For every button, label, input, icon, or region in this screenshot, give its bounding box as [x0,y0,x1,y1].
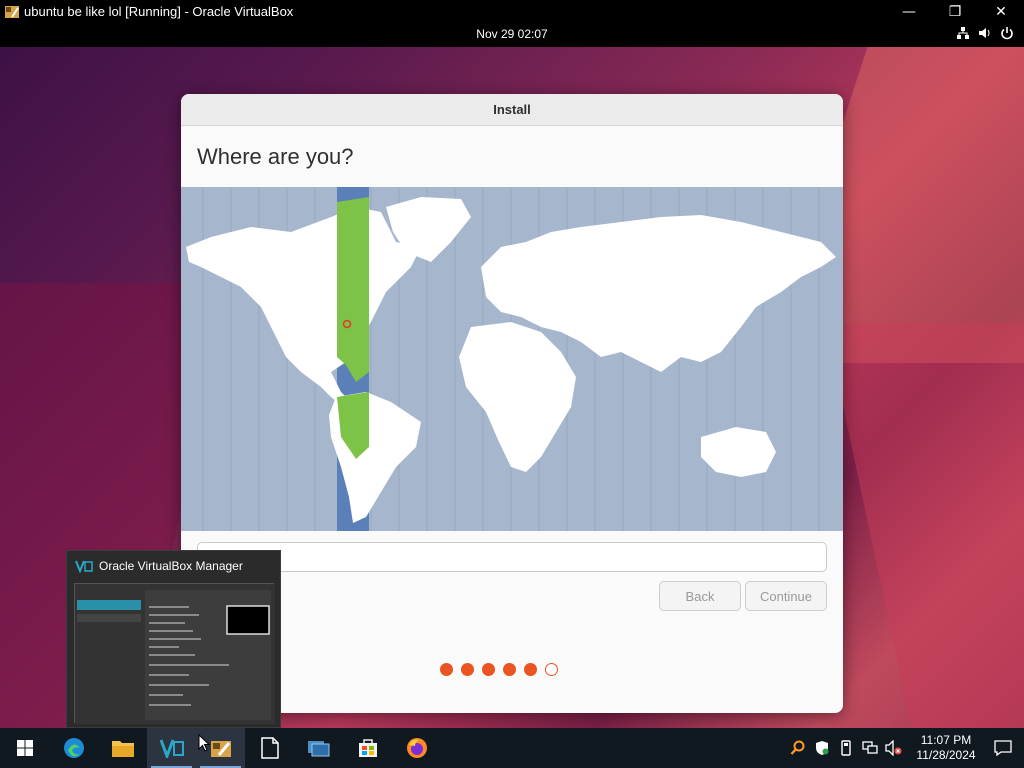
taskbar-firefox[interactable] [392,728,441,768]
system-menu[interactable] [956,26,1014,40]
tray-search[interactable] [786,728,810,768]
progress-dot-done [524,663,537,676]
location-input[interactable] [197,542,827,572]
mouse-cursor [198,734,210,752]
network-icon [862,741,878,754]
selected-timezone-land [337,197,369,459]
notification-icon [994,740,1012,756]
notepad-icon [260,737,279,759]
progress-dot-done [461,663,474,676]
installer-progress [440,663,558,676]
virtualbox-vm-icon [210,741,231,757]
search-icon [790,740,805,755]
tray-volume[interactable] [882,728,906,768]
wallpaper-shape [825,323,1024,728]
usb-icon [841,740,851,756]
edge-icon [63,738,84,758]
minimize-button[interactable]: — [886,0,932,23]
taskbar-task-view[interactable] [294,728,343,768]
file-explorer-icon [111,741,134,757]
action-center-button[interactable] [982,728,1024,768]
taskbar-virtualbox-manager[interactable] [147,728,196,768]
page-heading: Where are you? [197,144,354,169]
taskbar-time: 11:07 PM [920,733,972,747]
volume-icon [979,28,990,38]
start-button[interactable] [0,728,49,768]
network-icon [957,27,969,39]
virtualbox-manager-icon [159,739,184,758]
tray-network[interactable] [858,728,882,768]
taskbar-file-explorer[interactable] [98,728,147,768]
taskbar-store[interactable] [343,728,392,768]
world-map [186,187,836,531]
virtualbox-manager-icon [75,560,93,573]
defender-icon [816,741,829,755]
window-title: ubuntu be like lol [Running] - Oracle Vi… [24,4,294,19]
store-icon [358,739,377,757]
windows-taskbar: 11:07 PM 11/28/2024 [0,728,1024,768]
gnome-top-bar: Nov 29 02:07 [0,23,1024,47]
volume-icon [885,740,902,756]
taskbar-notepad[interactable] [245,728,294,768]
vm-window-titlebar: ubuntu be like lol [Running] - Oracle Vi… [0,0,1024,23]
close-button[interactable]: ✕ [978,0,1024,23]
preview-title: Oracle VirtualBox Manager [99,559,243,573]
taskbar-edge[interactable] [49,728,98,768]
top-bar-clock[interactable]: Nov 29 02:07 [0,27,1024,41]
tray-usb[interactable] [834,728,858,768]
system-tray: 11:07 PM 11/28/2024 [786,728,1024,768]
progress-dot-pending [545,663,558,676]
start-icon [16,740,33,756]
australia-land [701,427,776,477]
thumbnail-image [75,584,275,724]
preview-thumbnail [74,583,275,724]
maximize-button[interactable]: ❐ [932,0,978,23]
progress-dot-done [482,663,495,676]
dialog-title: Install [181,94,843,126]
north-america-land [186,207,421,409]
power-icon [1001,27,1013,40]
taskbar-clock[interactable]: 11:07 PM 11/28/2024 [910,733,982,763]
progress-dot-done [503,663,516,676]
africa-land [459,322,576,472]
taskbar-preview[interactable]: Oracle VirtualBox Manager [66,550,281,728]
tray-defender[interactable] [810,728,834,768]
timezone-map[interactable] [181,187,843,531]
progress-dot-done [440,663,453,676]
task-view-icon [307,741,329,757]
back-button[interactable]: Back [659,581,741,611]
virtualbox-vm-icon [5,5,19,18]
firefox-icon [406,738,427,758]
taskbar-date: 11/28/2024 [916,748,976,762]
continue-button[interactable]: Continue [745,581,827,611]
